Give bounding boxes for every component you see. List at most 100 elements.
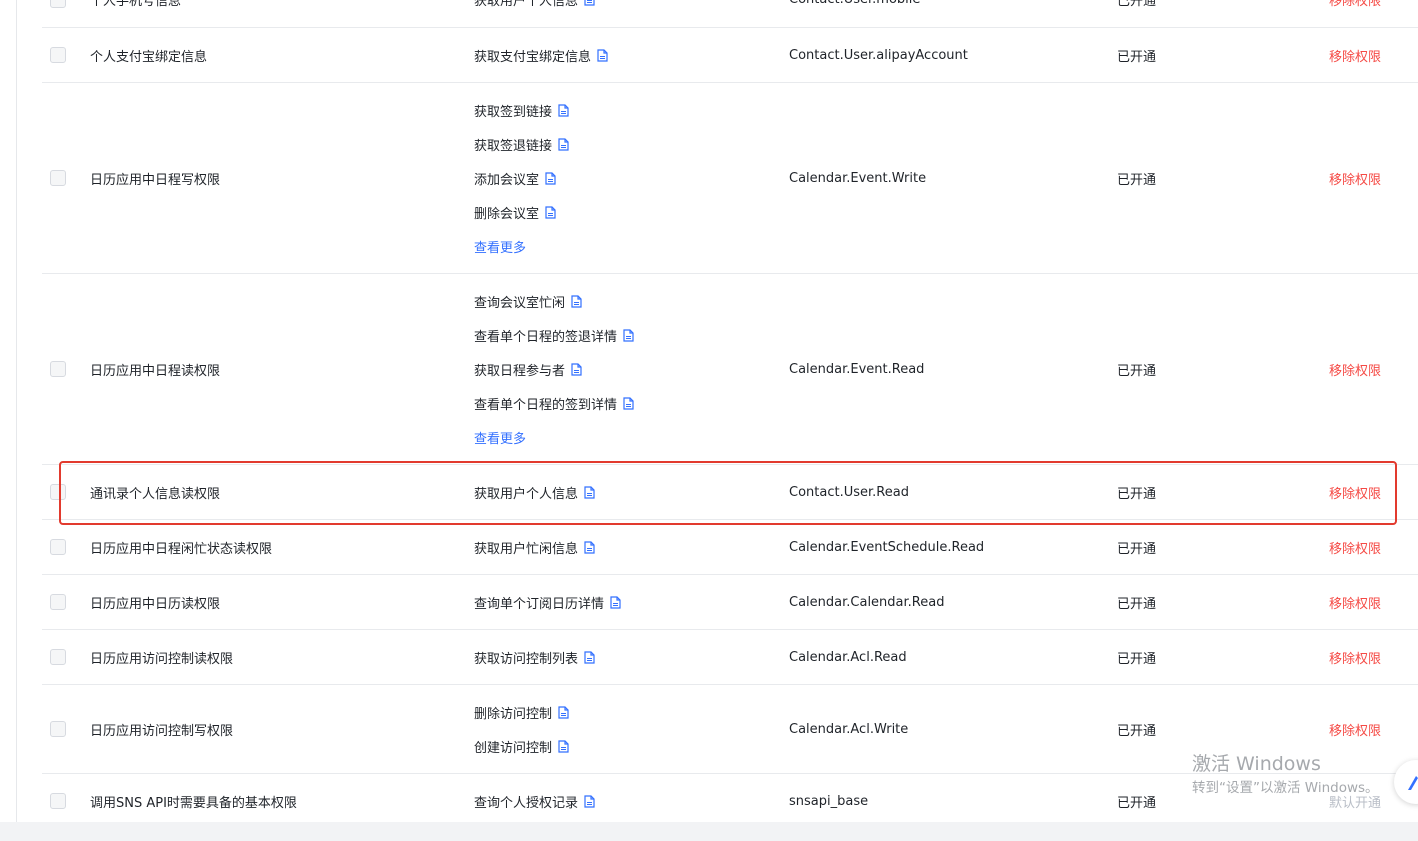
api-item: 查询单个订阅日历详情 bbox=[474, 585, 621, 619]
permission-name: 个人支付宝绑定信息 bbox=[90, 49, 208, 65]
status-text: 已开通 bbox=[1117, 0, 1157, 9]
remove-permission-button[interactable]: 移除权限 bbox=[1329, 274, 1418, 464]
api-item: 查询个人授权记录 bbox=[474, 784, 595, 818]
status-text: 已开通 bbox=[1117, 723, 1157, 739]
doc-icon[interactable] bbox=[545, 171, 556, 185]
api-name: 创建访问控制 bbox=[474, 740, 553, 756]
table-row: 日历应用中日程闲忙状态读权限 获取用户忙闲信息 Calendar.EventSche… bbox=[42, 520, 1418, 575]
permission-name: 日历应用中日程写权限 bbox=[90, 172, 221, 188]
doc-icon[interactable] bbox=[584, 794, 595, 808]
api-item: 获取访问控制列表 bbox=[474, 640, 595, 674]
doc-icon[interactable] bbox=[623, 396, 634, 410]
doc-icon[interactable] bbox=[571, 294, 582, 308]
row-checkbox[interactable] bbox=[50, 649, 66, 665]
remove-permission-button[interactable]: 移除权限 bbox=[1329, 630, 1418, 684]
api-item: 获取支付宝绑定信息 bbox=[474, 38, 608, 72]
permission-scope: Calendar.Acl.Read bbox=[789, 649, 907, 665]
highlight-box bbox=[59, 461, 1397, 525]
status-text: 已开通 bbox=[1117, 651, 1157, 667]
row-checkbox[interactable] bbox=[50, 361, 66, 377]
row-checkbox[interactable] bbox=[50, 539, 66, 555]
row-checkbox[interactable] bbox=[50, 721, 66, 737]
api-name: 查询单个订阅日历详情 bbox=[474, 596, 605, 612]
row-checkbox-cell bbox=[50, 0, 66, 27]
api-name: 查看单个日程的签退详情 bbox=[474, 329, 618, 345]
doc-icon[interactable] bbox=[558, 705, 569, 719]
row-checkbox-cell bbox=[50, 685, 66, 773]
api-name: 添加会议室 bbox=[474, 172, 540, 188]
status-text: 已开通 bbox=[1117, 363, 1157, 379]
doc-icon[interactable] bbox=[597, 48, 608, 62]
related-apis: 获取用户个人信息 bbox=[474, 0, 774, 27]
remove-permission-button[interactable]: 移除权限 bbox=[1329, 575, 1418, 629]
sparkle-icon bbox=[1408, 776, 1418, 790]
status-text: 已开通 bbox=[1117, 596, 1157, 612]
permission-name: 日历应用中日程读权限 bbox=[90, 363, 221, 379]
doc-icon[interactable] bbox=[558, 137, 569, 151]
doc-icon[interactable] bbox=[558, 103, 569, 117]
row-checkbox[interactable] bbox=[50, 793, 66, 809]
api-item: 删除访问控制 bbox=[474, 695, 569, 729]
permission-scope: Calendar.Acl.Write bbox=[789, 721, 909, 737]
doc-icon[interactable] bbox=[584, 0, 595, 6]
related-apis: 删除访问控制 创建访问控制 bbox=[474, 685, 774, 773]
doc-icon[interactable] bbox=[610, 595, 621, 609]
remove-permission-button[interactable]: 移除权限 bbox=[1329, 0, 1418, 27]
permission-scope: Contact.User.mobile bbox=[789, 0, 1089, 27]
row-checkbox[interactable] bbox=[50, 594, 66, 610]
api-name: 获取用户个人信息 bbox=[474, 0, 579, 9]
permission-name: 日历应用中日程闲忙状态读权限 bbox=[90, 541, 273, 557]
related-apis: 获取签到链接 获取签退链接 添加会议室 删除会议室 查看更多 bbox=[474, 83, 774, 273]
page-footer bbox=[0, 822, 1418, 841]
api-item: 获取用户个人信息 bbox=[474, 0, 595, 17]
doc-icon[interactable] bbox=[584, 540, 595, 554]
table-row: 日历应用访问控制写权限 删除访问控制 创建访问控制 Calendar.Acl.Writ… bbox=[42, 685, 1418, 774]
api-name: 获取访问控制列表 bbox=[474, 651, 579, 667]
view-more-link[interactable]: 查看更多 bbox=[474, 229, 526, 263]
row-checkbox[interactable] bbox=[50, 0, 66, 8]
api-name: 删除访问控制 bbox=[474, 706, 553, 722]
permission-name: 日历应用访问控制写权限 bbox=[90, 723, 234, 739]
doc-icon[interactable] bbox=[571, 362, 582, 376]
doc-icon[interactable] bbox=[623, 328, 634, 342]
api-name: 查询个人授权记录 bbox=[474, 795, 579, 811]
api-item: 删除会议室 bbox=[474, 195, 556, 229]
status-text: 已开通 bbox=[1117, 49, 1157, 65]
table-row: 调用SNS API时需要具备的基本权限 查询个人授权记录 snsapi_base 已开… bbox=[42, 774, 1418, 829]
api-name: 查看单个日程的签到详情 bbox=[474, 397, 618, 413]
related-apis: 获取支付宝绑定信息 bbox=[474, 28, 774, 82]
api-name: 查询会议室忙闲 bbox=[474, 295, 566, 311]
row-checkbox[interactable] bbox=[50, 170, 66, 186]
api-item: 创建访问控制 bbox=[474, 729, 569, 763]
status-text: 已开通 bbox=[1117, 172, 1157, 188]
related-apis: 查询单个订阅日历详情 bbox=[474, 575, 774, 629]
related-apis: 查询会议室忙闲查看单个日程的签退详情 获取日程参与者查看单个日程的签到详情查看更多 bbox=[474, 274, 774, 464]
doc-icon[interactable] bbox=[558, 739, 569, 753]
row-checkbox-cell bbox=[50, 28, 66, 82]
api-name: 获取用户忙闲信息 bbox=[474, 541, 579, 557]
permission-scope: Calendar.Calendar.Read bbox=[789, 594, 945, 610]
api-item: 添加会议室 bbox=[474, 161, 556, 195]
row-checkbox-cell bbox=[50, 520, 66, 574]
remove-permission-button[interactable]: 移除权限 bbox=[1329, 685, 1418, 773]
api-name: 获取日程参与者 bbox=[474, 363, 566, 379]
table-row: 日历应用中日历读权限 查询单个订阅日历详情 Calendar.Calendar.Re… bbox=[42, 575, 1418, 630]
table-row: 日历应用访问控制读权限 获取访问控制列表 Calendar.Acl.Read 已开通 移… bbox=[42, 630, 1418, 685]
permission-name: 调用SNS API时需要具备的基本权限 bbox=[90, 795, 297, 811]
api-item: 查看单个日程的签到详情 bbox=[474, 386, 634, 420]
row-checkbox[interactable] bbox=[50, 47, 66, 63]
row-checkbox-cell bbox=[50, 274, 66, 464]
doc-icon[interactable] bbox=[545, 205, 556, 219]
row-checkbox-cell bbox=[50, 774, 66, 828]
remove-permission-button[interactable]: 移除权限 bbox=[1329, 83, 1418, 273]
row-checkbox-cell bbox=[50, 575, 66, 629]
remove-permission-button[interactable]: 移除权限 bbox=[1329, 520, 1418, 574]
api-item: 查询会议室忙闲 bbox=[474, 284, 582, 318]
view-more-link[interactable]: 查看更多 bbox=[474, 420, 526, 454]
remove-permission-button[interactable]: 移除权限 bbox=[1329, 28, 1418, 82]
related-apis: 查询个人授权记录 bbox=[474, 774, 774, 828]
doc-icon[interactable] bbox=[584, 650, 595, 664]
api-item: 查看单个日程的签退详情 bbox=[474, 318, 634, 352]
related-apis: 获取用户忙闲信息 bbox=[474, 520, 774, 574]
api-item: 获取用户忙闲信息 bbox=[474, 530, 595, 564]
